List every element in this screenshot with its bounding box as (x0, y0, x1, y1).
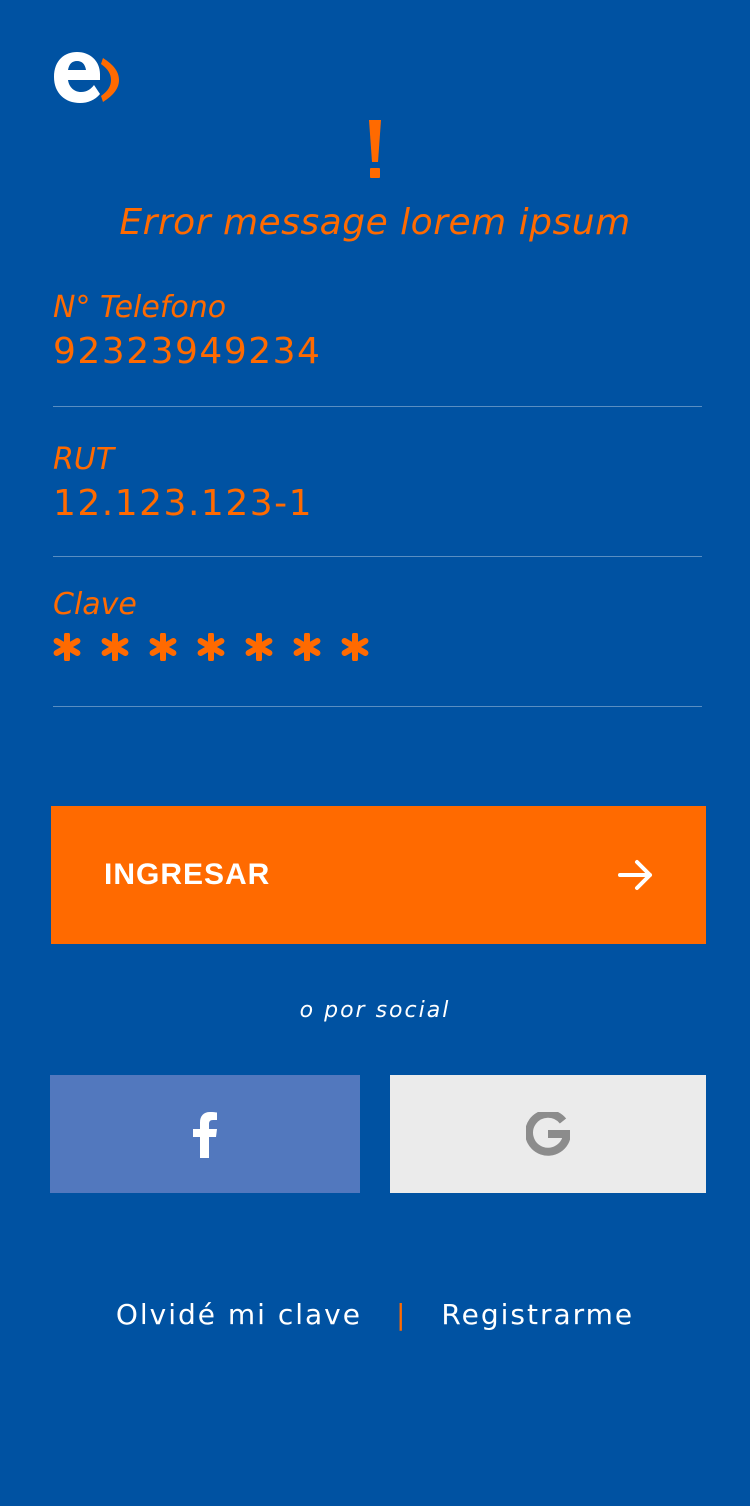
rut-field[interactable]: RUT 12.123.123-1 (53, 440, 702, 557)
password-mask-char (53, 633, 81, 661)
register-link[interactable]: Registrarme (441, 1298, 634, 1331)
password-field[interactable]: Clave (53, 585, 702, 707)
password-label: Clave (53, 587, 137, 622)
forgot-password-link[interactable]: Olvidé mi clave (116, 1298, 362, 1331)
phone-input[interactable]: 92323949234 (53, 328, 702, 376)
password-mask-char (245, 633, 273, 661)
facebook-login-button[interactable] (50, 1075, 360, 1193)
exclamation-icon (369, 120, 381, 178)
password-input[interactable] (53, 633, 702, 661)
rut-label: RUT (53, 442, 115, 477)
google-icon (526, 1112, 570, 1156)
facebook-icon (193, 1112, 217, 1158)
entel-logo-icon (54, 52, 119, 103)
arrow-right-icon (618, 860, 652, 890)
ingresar-button[interactable]: INGRESAR (51, 806, 706, 944)
ingresar-label: INGRESAR (104, 858, 271, 891)
login-screen: Error message lorem ipsum N° Telefono 92… (0, 0, 750, 1506)
bottom-links: Olvidé mi clave | Registrarme (0, 1298, 750, 1331)
phone-label: N° Telefono (53, 290, 227, 325)
google-login-button[interactable] (390, 1075, 706, 1193)
link-separator: | (395, 1298, 408, 1331)
social-caption: o por social (299, 998, 451, 1023)
phone-field[interactable]: N° Telefono 92323949234 (53, 288, 702, 407)
password-mask-char (293, 633, 321, 661)
password-mask-char (341, 633, 369, 661)
rut-input[interactable]: 12.123.123-1 (53, 480, 702, 528)
error-message: Error message lorem ipsum (119, 202, 631, 243)
password-mask-char (197, 633, 225, 661)
password-mask-char (149, 633, 177, 661)
password-mask-char (101, 633, 129, 661)
